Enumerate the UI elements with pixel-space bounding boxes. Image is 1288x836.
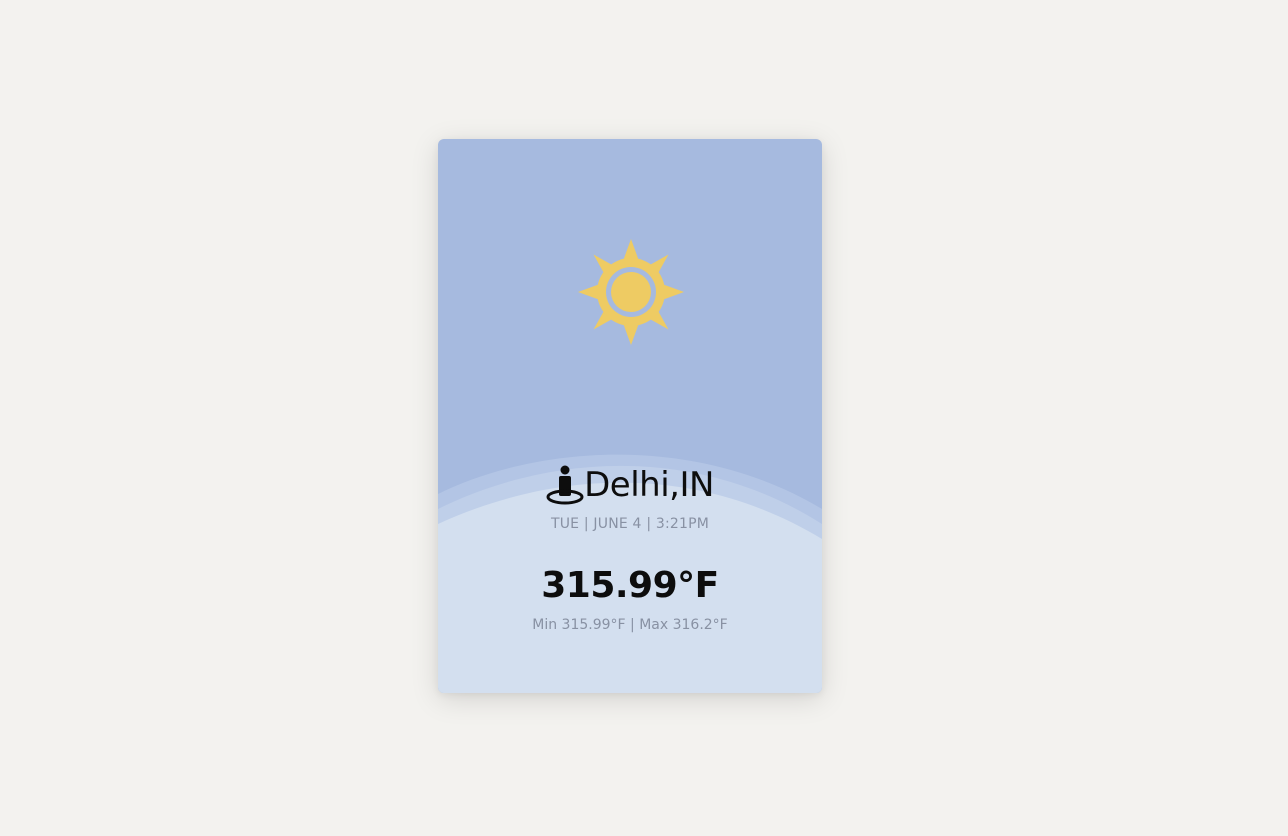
min-max-temperature: Min 315.99°F | Max 316.2°F [532, 617, 728, 633]
sun-icon [578, 239, 684, 345]
city-name: Delhi,IN [584, 465, 714, 505]
person-pin-icon [546, 465, 584, 505]
wave-background [438, 454, 822, 693]
weather-card: Delhi,IN TUE | JUNE 4 | 3:21PM 315.99°F … [438, 139, 822, 693]
location-row: Delhi,IN [438, 463, 822, 507]
date-time: TUE | JUNE 4 | 3:21PM [550, 516, 710, 532]
current-temperature: 315.99°F [541, 565, 719, 606]
